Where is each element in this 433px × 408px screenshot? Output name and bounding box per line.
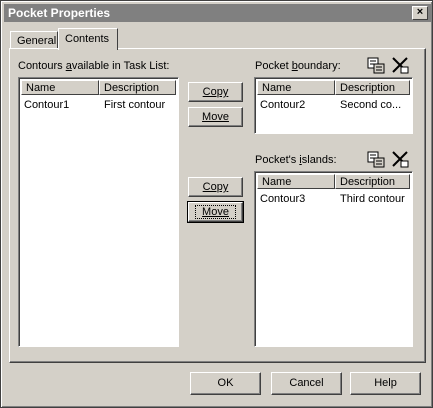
column-header-name[interactable]: Name (21, 80, 99, 95)
pocket-boundary-list[interactable]: Name Description Contour2 Second co... (254, 77, 413, 134)
window-title: Pocket Properties (8, 6, 111, 20)
list-item-name[interactable]: Contour3 (260, 193, 334, 205)
title-bar: Pocket Properties × (4, 4, 431, 22)
help-button[interactable]: Help (350, 372, 421, 395)
available-contours-list[interactable]: Name Description Contour1 First contour (18, 77, 179, 347)
list-properties-icon[interactable] (367, 56, 385, 74)
remove-x-icon[interactable] (391, 150, 409, 168)
list-item-description[interactable]: Second co... (340, 99, 410, 111)
available-contours-label: Contours available in Task List: (18, 60, 170, 72)
copy-to-boundary-button[interactable]: Copy (188, 82, 243, 102)
column-header-name[interactable]: Name (257, 80, 335, 95)
column-header-description[interactable]: Description (335, 174, 410, 189)
list-item-description[interactable]: Third contour (340, 193, 410, 205)
cancel-button[interactable]: Cancel (271, 372, 342, 395)
tab-general[interactable]: General (10, 31, 58, 49)
move-to-boundary-button[interactable]: Move (188, 107, 243, 127)
copy-to-islands-button[interactable]: Copy (188, 177, 243, 197)
list-properties-icon[interactable] (367, 150, 385, 168)
pocket-islands-label: Pocket's islands: (255, 154, 337, 166)
move-to-islands-button[interactable]: Move (187, 201, 244, 223)
column-header-description[interactable]: Description (335, 80, 410, 95)
column-header-description[interactable]: Description (99, 80, 176, 95)
list-item-name[interactable]: Contour1 (24, 99, 98, 111)
pocket-islands-list[interactable]: Name Description Contour3 Third contour (254, 171, 413, 347)
list-item-name[interactable]: Contour2 (260, 99, 334, 111)
column-header-name[interactable]: Name (257, 174, 335, 189)
pocket-boundary-label: Pocket boundary: (255, 60, 341, 72)
close-button[interactable]: × (412, 6, 428, 20)
pocket-properties-dialog: Pocket Properties × General Contents Con… (0, 0, 433, 408)
list-item-description[interactable]: First contour (104, 99, 176, 111)
remove-x-icon[interactable] (391, 56, 409, 74)
tab-contents[interactable]: Contents (58, 28, 118, 50)
ok-button[interactable]: OK (190, 372, 261, 395)
